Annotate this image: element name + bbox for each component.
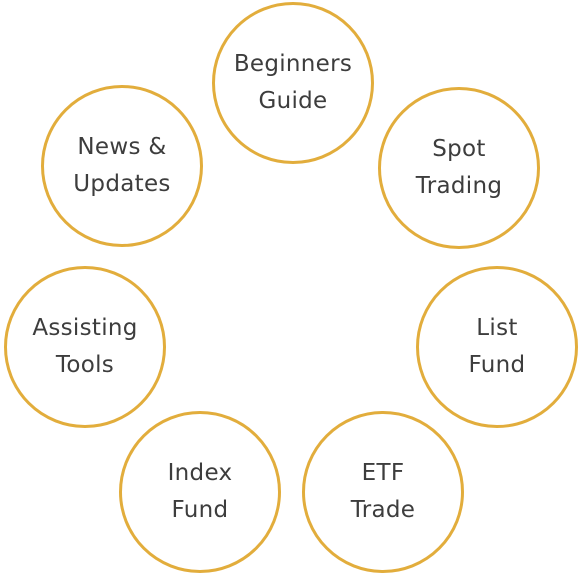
news-updates-label-line2: Updates <box>73 171 171 197</box>
beginners-guide-label-line1: Beginners <box>233 51 353 78</box>
spot-trading-label-line2: Trading <box>415 173 503 199</box>
assisting-tools-label-line2: Tools <box>55 352 115 378</box>
assisting-tools-label-line1: Assisting <box>32 315 138 342</box>
spot-trading-button[interactable]: Spot Trading <box>378 87 540 249</box>
beginners-guide-label-line2: Guide <box>258 88 328 114</box>
beginners-guide-button[interactable]: Beginners Guide <box>212 2 374 164</box>
etf-trade-button[interactable]: ETF Trade <box>302 411 464 573</box>
circle-menu: Beginners Guide Spot Trading News & Upda… <box>0 0 584 580</box>
index-fund-label-line2: Fund <box>171 497 229 523</box>
spot-trading-label-line1: Spot <box>432 136 486 163</box>
etf-trade-label-line1: ETF <box>361 460 405 487</box>
list-fund-label-line1: List <box>476 315 518 342</box>
etf-trade-label-line2: Trade <box>350 497 416 523</box>
news-updates-label-line1: News & <box>77 134 167 161</box>
assisting-tools-button[interactable]: Assisting Tools <box>4 266 166 428</box>
index-fund-label-line1: Index <box>167 460 233 487</box>
list-fund-label-line2: Fund <box>468 352 526 378</box>
index-fund-button[interactable]: Index Fund <box>119 411 281 573</box>
list-fund-button[interactable]: List Fund <box>416 266 578 428</box>
news-updates-button[interactable]: News & Updates <box>41 85 203 247</box>
